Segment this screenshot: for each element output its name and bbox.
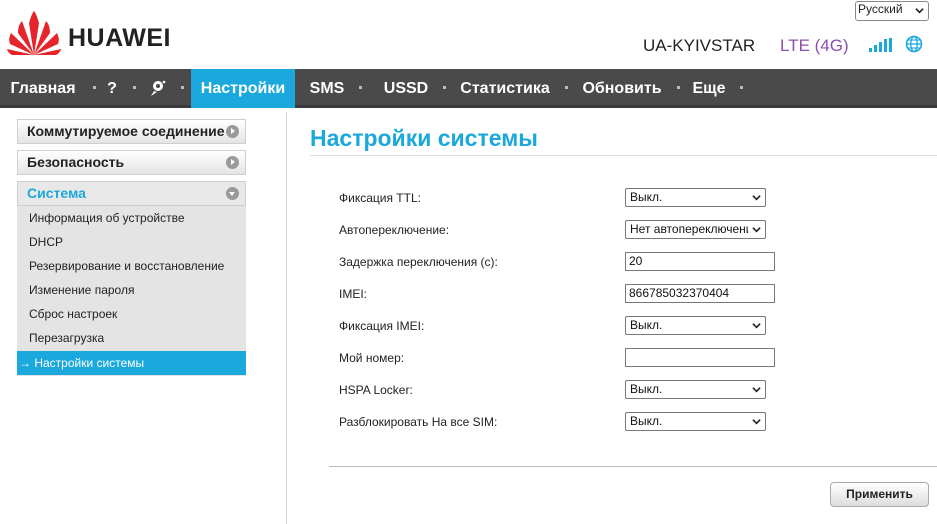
chevron-down-icon <box>752 419 761 425</box>
arrow-right-icon <box>226 156 239 169</box>
imei-fix-label: Фиксация IMEI: <box>339 319 425 333</box>
chevron-down-icon <box>752 227 761 233</box>
nav-statistics[interactable]: Статистика <box>454 69 556 108</box>
language-select[interactable]: Русский <box>855 1 929 21</box>
chevron-down-icon <box>752 387 761 393</box>
signal-bars-icon <box>869 38 892 52</box>
apply-button[interactable]: Применить <box>830 482 929 507</box>
unlock-label: Разблокировать На все SIM: <box>339 415 498 429</box>
nav-ussd[interactable]: USSD <box>372 69 440 108</box>
delay-label: Задержка переключения (с): <box>339 255 498 269</box>
ttl-select-value: Выкл. <box>630 190 663 204</box>
submenu-device-info[interactable]: Информация об устройстве <box>17 206 246 230</box>
imei-fix-select-value: Выкл. <box>630 318 663 332</box>
submenu-system-settings[interactable]: → Настройки системы <box>17 351 246 375</box>
ttl-label: Фиксация TTL: <box>339 191 421 205</box>
submenu-change-password[interactable]: Изменение пароля <box>17 278 246 302</box>
submenu-backup-restore[interactable]: Резервирование и восстановление <box>17 254 246 278</box>
sidebar-item-label: Коммутируемое соединение <box>27 123 225 139</box>
imei-input[interactable]: 866785032370404 <box>625 284 775 303</box>
nav-wizard[interactable] <box>142 69 174 108</box>
page-title: Настройки системы <box>310 125 538 151</box>
chevron-down-icon <box>915 8 924 14</box>
nav-more[interactable]: Еще <box>686 69 732 108</box>
sidebar-item-system[interactable]: Система <box>17 181 246 206</box>
sidebar-item-security[interactable]: Безопасность <box>17 150 246 175</box>
sidebar-item-label: Безопасность <box>27 154 125 170</box>
my-number-label: Мой номер: <box>339 351 405 365</box>
system-submenu: Информация об устройстве DHCP Резервиров… <box>17 206 246 376</box>
huawei-logo-icon <box>7 11 61 55</box>
hspa-select[interactable]: Выкл. <box>625 380 766 399</box>
nav-separator <box>443 86 446 89</box>
arrow-right-icon <box>226 125 239 138</box>
unlock-select-value: Выкл. <box>630 414 663 428</box>
sidebar-item-dialup[interactable]: Коммутируемое соединение <box>17 119 246 144</box>
autoswitch-label: Автопереключение: <box>339 223 450 237</box>
main-nav: Главная ? Настройки SMS USSD Статистика … <box>0 69 937 108</box>
nav-help[interactable]: ? <box>99 69 125 108</box>
divider <box>329 466 937 467</box>
ttl-select[interactable]: Выкл. <box>625 188 766 207</box>
nav-separator <box>677 86 680 89</box>
nav-separator <box>565 86 568 89</box>
nav-separator <box>133 86 136 89</box>
imei-fix-select[interactable]: Выкл. <box>625 316 766 335</box>
nav-separator <box>359 86 362 89</box>
nav-update[interactable]: Обновить <box>576 69 668 108</box>
nav-separator <box>93 86 96 89</box>
submenu-dhcp[interactable]: DHCP <box>17 230 246 254</box>
divider <box>310 155 937 156</box>
autoswitch-select[interactable]: Нет автопереключения <box>625 220 766 239</box>
language-select-value: Русский <box>858 2 903 16</box>
nav-settings[interactable]: Настройки <box>191 69 295 108</box>
unlock-select[interactable]: Выкл. <box>625 412 766 431</box>
chevron-down-icon <box>752 323 761 329</box>
brand-name: HUAWEI <box>68 24 171 52</box>
sidebar-item-label: Система <box>27 185 86 201</box>
nav-separator <box>740 86 743 89</box>
hspa-select-value: Выкл. <box>630 382 663 396</box>
chevron-down-icon <box>752 195 761 201</box>
delay-input[interactable]: 20 <box>625 252 775 271</box>
submenu-reboot[interactable]: Перезагрузка <box>17 326 246 350</box>
nav-separator <box>181 86 184 89</box>
network-type: LTE (4G) <box>780 36 849 55</box>
hspa-label: HSPA Locker: <box>339 383 413 397</box>
autoswitch-select-value: Нет автопереключения <box>630 222 748 236</box>
my-number-input[interactable] <box>625 348 775 367</box>
wand-icon <box>151 80 166 96</box>
globe-icon[interactable] <box>905 35 923 53</box>
arrow-down-icon <box>226 187 239 200</box>
operator-name: UA-KYIVSTAR <box>643 36 756 55</box>
nav-sms[interactable]: SMS <box>305 69 349 108</box>
submenu-factory-reset[interactable]: Сброс настроек <box>17 302 246 326</box>
imei-label: IMEI: <box>339 287 368 301</box>
nav-home[interactable]: Главная <box>0 69 86 108</box>
divider <box>286 112 287 524</box>
